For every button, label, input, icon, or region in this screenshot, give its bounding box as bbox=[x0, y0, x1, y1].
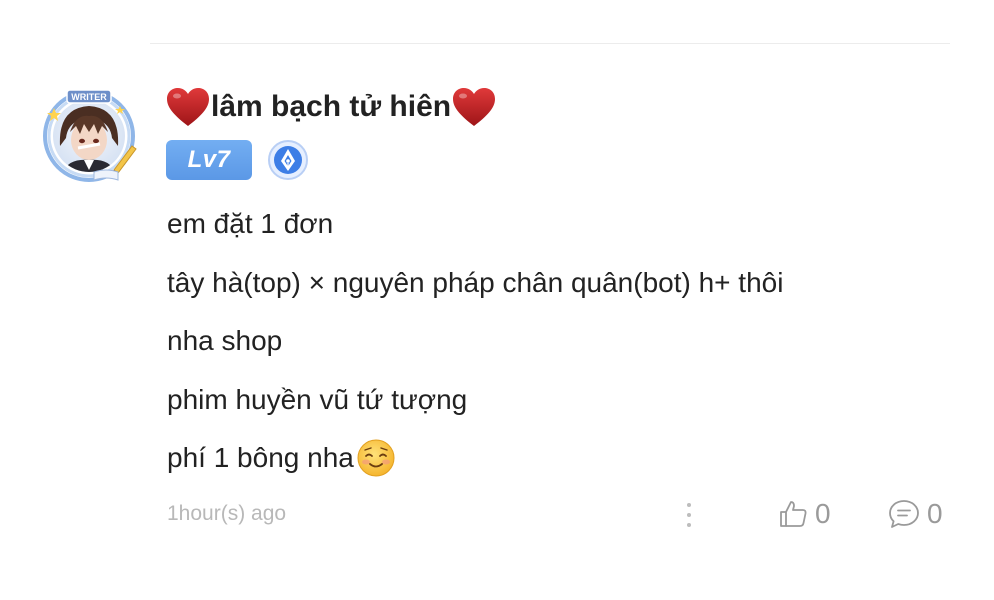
avatar[interactable]: WRITER bbox=[40, 86, 138, 184]
thumbs-up-icon bbox=[777, 498, 809, 530]
reply-button[interactable]: 0 bbox=[887, 496, 943, 532]
username-text: lâm bạch tử hiên bbox=[211, 90, 452, 123]
comment-line-text: phí 1 bông nha bbox=[167, 442, 354, 473]
reply-count: 0 bbox=[927, 498, 943, 529]
comment-line: em đặt 1 đơn bbox=[167, 208, 334, 239]
heart-icon bbox=[451, 86, 497, 128]
comment-line-last: phí 1 bông nha bbox=[167, 429, 947, 488]
comment-bubble-icon bbox=[887, 498, 921, 530]
divider bbox=[150, 43, 950, 44]
comment-footer: 1hour(s) ago 0 0 bbox=[167, 494, 957, 534]
user-badges: Lv7 bbox=[166, 139, 309, 181]
comment-page: WRITER lâm bạch tử hiên Lv7 em đặt 1 đơn… bbox=[0, 0, 994, 600]
comment-line: nha shop bbox=[167, 325, 283, 356]
heart-icon bbox=[165, 86, 211, 128]
username[interactable]: lâm bạch tử hiên bbox=[165, 84, 497, 130]
comment-line: tây hà(top) × nguyên pháp chân quân(bot)… bbox=[167, 266, 784, 298]
dot bbox=[687, 523, 691, 527]
level-badge: Lv7 bbox=[166, 140, 252, 180]
dot bbox=[687, 503, 691, 507]
smiling-face-emoji-icon bbox=[356, 438, 396, 478]
dot bbox=[687, 513, 691, 517]
like-button[interactable]: 0 bbox=[777, 496, 831, 532]
pen-nib-icon bbox=[267, 139, 309, 181]
comment-body: em đặt 1 đơn tây hà(top) × nguyên pháp c… bbox=[167, 195, 947, 488]
comment-line: phim huyền vũ tứ tượng bbox=[167, 383, 468, 415]
like-count: 0 bbox=[815, 498, 831, 529]
more-options-button[interactable] bbox=[679, 498, 699, 532]
avatar-banner-text: WRITER bbox=[71, 92, 107, 102]
timestamp: 1hour(s) ago bbox=[167, 502, 287, 525]
